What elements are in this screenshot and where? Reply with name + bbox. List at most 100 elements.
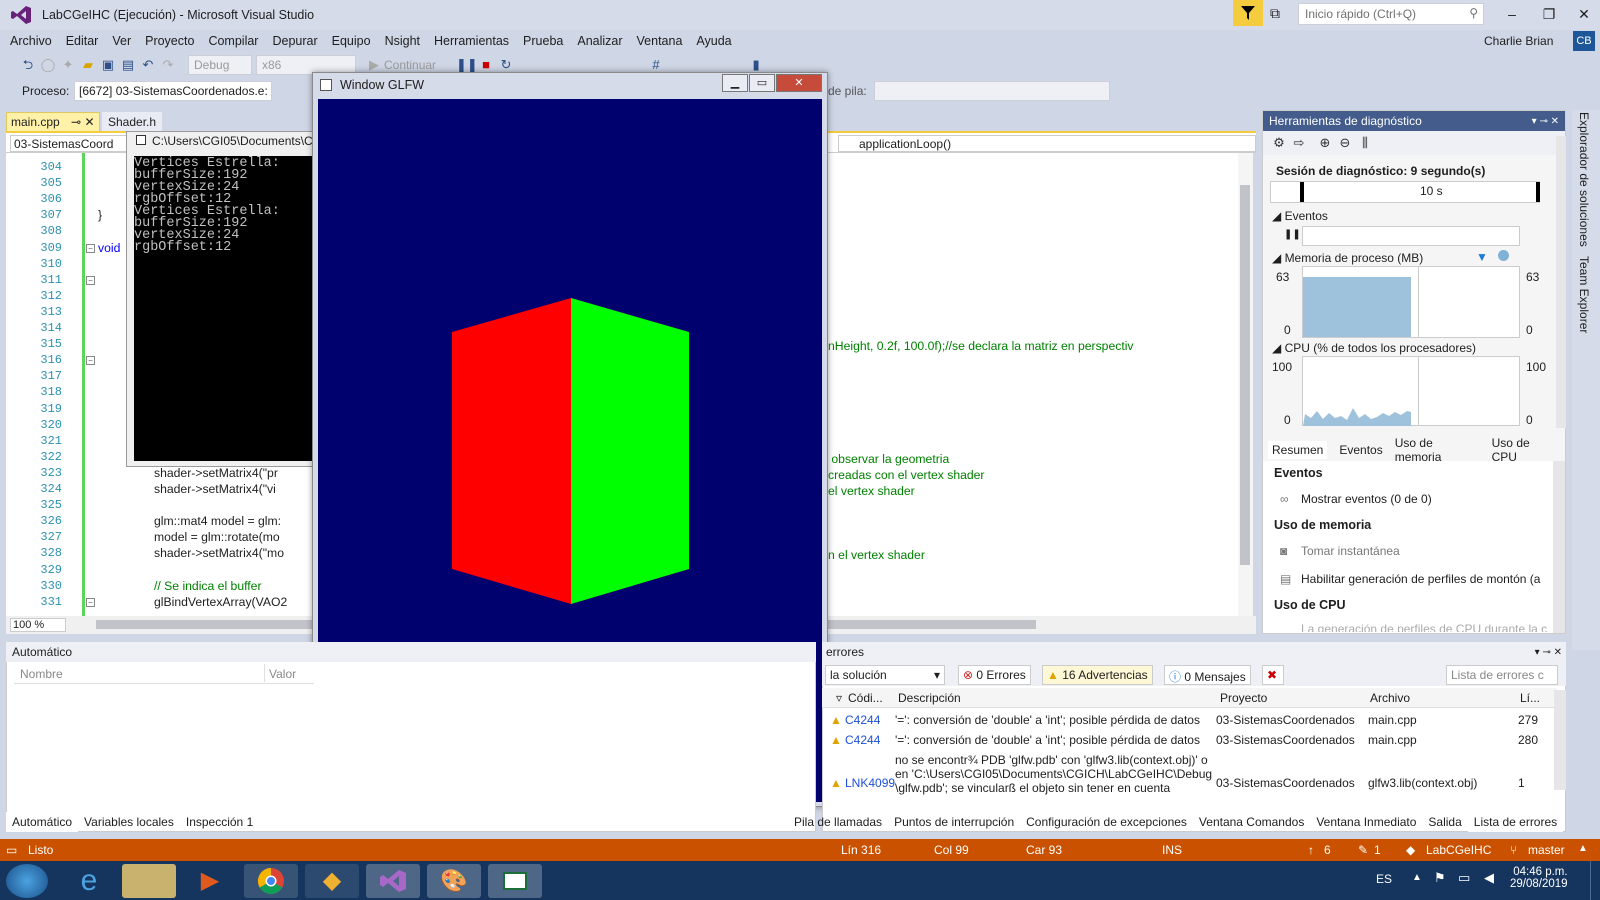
process-select[interactable]: [6672] 03-SistemasCoordenados.e:: [74, 81, 272, 101]
language-indicator[interactable]: ES: [1376, 872, 1392, 886]
member-nav-select[interactable]: applicationLoop(): [838, 135, 1256, 152]
error-file[interactable]: main.cpp: [1368, 733, 1417, 747]
editor-scroll-thumb[interactable]: [1240, 185, 1250, 565]
panel-controls-icon[interactable]: ▾ ⊸ ✕: [1535, 647, 1562, 658]
menu-archivo[interactable]: Archivo: [10, 34, 52, 48]
filter-icon[interactable]: [1233, 0, 1263, 26]
menu-nsight[interactable]: Nsight: [385, 34, 420, 48]
export-icon[interactable]: ⇨: [1289, 133, 1309, 153]
pause-events-icon[interactable]: ❚❚: [1284, 229, 1301, 240]
error-code-link[interactable]: C4244: [845, 713, 880, 727]
zoom-in-icon[interactable]: ⊕: [1315, 133, 1335, 153]
back-icon[interactable]: ⮌: [18, 55, 38, 75]
user-name[interactable]: Charlie Brian: [1484, 34, 1553, 48]
show-desktop-button[interactable]: [1590, 861, 1600, 900]
solution-explorer-tab[interactable]: Explorador de soluciones: [1577, 112, 1591, 247]
fold-toggle-icon[interactable]: −: [86, 275, 95, 285]
error-line[interactable]: 1: [1518, 776, 1525, 790]
diagnostic-lower-scrollbar[interactable]: [1553, 461, 1565, 633]
menu-ver[interactable]: Ver: [112, 34, 131, 48]
tab-shader-h[interactable]: Shader.h: [102, 112, 162, 132]
tray-arrow-icon[interactable]: ▲: [1412, 872, 1422, 883]
errors-filter-button[interactable]: ⊗ 0 Errores: [958, 665, 1031, 685]
tab-main-cpp[interactable]: main.cpp ⊸ ✕: [6, 112, 100, 132]
fold-toggle-icon[interactable]: −: [86, 356, 95, 366]
cpu-section[interactable]: ◢ CPU (% de todos los procesadores): [1272, 341, 1476, 355]
menu-depurar[interactable]: Depurar: [272, 34, 317, 48]
warnings-filter-button[interactable]: ▲ 16 Advertencias: [1042, 665, 1153, 685]
error-file[interactable]: main.cpp: [1368, 713, 1417, 727]
internet-explorer-icon[interactable]: e: [62, 864, 116, 898]
new-project-icon[interactable]: ✦: [58, 55, 78, 75]
app-icon[interactable]: ◆: [305, 864, 359, 898]
menu-ayuda[interactable]: Ayuda: [696, 34, 731, 48]
feedback-icon[interactable]: ⧉: [1270, 5, 1280, 22]
volume-icon[interactable]: ◀: [1484, 870, 1494, 886]
tab-config-excepciones[interactable]: Configuración de excepciones: [1020, 812, 1193, 832]
open-folder-icon[interactable]: ▰: [78, 55, 98, 75]
media-player-icon[interactable]: ▶: [183, 864, 237, 898]
error-search-input[interactable]: Lista de errores c: [1446, 665, 1558, 685]
col-description[interactable]: Descripción: [898, 691, 961, 705]
system-clock[interactable]: 04:46 p.m. 29/08/2019: [1510, 866, 1568, 890]
redo-icon[interactable]: ↷: [158, 55, 178, 75]
messages-filter-button[interactable]: ⓘ 0 Mensajes: [1164, 665, 1251, 685]
error-line[interactable]: 279: [1518, 713, 1538, 727]
status-up[interactable]: 6: [1324, 843, 1331, 857]
timeline-start-marker[interactable]: [1300, 182, 1304, 202]
avatar[interactable]: CB: [1573, 31, 1595, 51]
error-code-link[interactable]: LNK4099: [845, 776, 895, 790]
error-description-line1[interactable]: no se encontr¾ PDB 'glfw.pdb' con 'glfw3…: [895, 753, 1208, 767]
zoom-select[interactable]: 100 %: [10, 618, 66, 632]
forward-icon[interactable]: ◯: [38, 55, 58, 75]
menu-proyecto[interactable]: Proyecto: [145, 34, 194, 48]
menu-ventana[interactable]: Ventana: [637, 34, 683, 48]
tab-automatico[interactable]: Automático: [6, 812, 79, 832]
fold-toggle-icon[interactable]: −: [86, 597, 95, 607]
status-edits[interactable]: 1: [1374, 843, 1381, 857]
zoom-out-icon[interactable]: ⊖: [1335, 133, 1355, 153]
tab-salida[interactable]: Salida: [1422, 812, 1467, 832]
start-button[interactable]: [6, 864, 48, 898]
tab-puntos-interrupcion[interactable]: Puntos de interrupción: [888, 812, 1020, 832]
error-description-line3[interactable]: \glfw.pdb'; se vincularß el objeto sin t…: [895, 781, 1170, 795]
memory-section[interactable]: ◢ Memoria de proceso (MB): [1272, 251, 1423, 265]
save-all-icon[interactable]: ▤: [118, 55, 138, 75]
stack-frame-select[interactable]: [874, 81, 1110, 101]
error-project[interactable]: 03-SistemasCoordenados: [1216, 713, 1355, 727]
error-project[interactable]: 03-SistemasCoordenados: [1216, 776, 1355, 790]
menu-herramientas[interactable]: Herramientas: [434, 34, 509, 48]
file-explorer-icon[interactable]: [122, 864, 176, 898]
team-explorer-tab[interactable]: Team Explorer: [1577, 256, 1591, 333]
heap-profiling-toggle[interactable]: Habilitar generación de perfiles de mont…: [1301, 572, 1540, 586]
glfw-maximize-button[interactable]: ▭: [749, 74, 775, 92]
glfw-taskbar-icon[interactable]: [488, 864, 542, 898]
events-section[interactable]: ◢ Eventos: [1272, 209, 1328, 223]
menu-analizar[interactable]: Analizar: [577, 34, 622, 48]
error-project[interactable]: 03-SistemasCoordenados: [1216, 733, 1355, 747]
flag-icon[interactable]: ⚑: [1434, 870, 1446, 886]
continue-button[interactable]: Continuar: [384, 58, 436, 72]
autos-col-divider[interactable]: [264, 664, 265, 682]
timeline-end-marker[interactable]: [1536, 182, 1540, 202]
chart-icon[interactable]: ⫼: [1355, 133, 1375, 153]
col-file[interactable]: Archivo: [1370, 691, 1410, 705]
menu-equipo[interactable]: Equipo: [332, 34, 371, 48]
paint-icon[interactable]: 🎨: [427, 864, 481, 898]
take-snapshot-button[interactable]: Tomar instantánea: [1301, 544, 1400, 558]
branch-menu-icon[interactable]: ▲: [1578, 843, 1588, 854]
tab-eventos[interactable]: Eventos: [1339, 443, 1382, 457]
clear-filter-icon[interactable]: ✖: [1262, 665, 1284, 685]
show-events-link[interactable]: Mostrar eventos (0 de 0): [1301, 492, 1432, 506]
project-nav-select[interactable]: 03-SistemasCoord: [10, 135, 140, 152]
tab-ventana-comandos[interactable]: Ventana Comandos: [1193, 812, 1310, 832]
close-tab-icon[interactable]: ✕: [84, 115, 94, 129]
error-description[interactable]: '=': conversión de 'double' a 'int'; pos…: [895, 713, 1200, 727]
col-project[interactable]: Proyecto: [1220, 691, 1267, 705]
timeline-ruler[interactable]: [1270, 181, 1540, 203]
tab-pila-llamadas[interactable]: Pila de llamadas: [788, 812, 888, 832]
tab-uso-cpu[interactable]: Uso de CPU: [1492, 436, 1556, 464]
status-repo[interactable]: LabCGeIHC: [1426, 843, 1491, 857]
network-icon[interactable]: ▭: [1458, 870, 1470, 886]
error-list-scrollbar[interactable]: [1554, 690, 1566, 790]
